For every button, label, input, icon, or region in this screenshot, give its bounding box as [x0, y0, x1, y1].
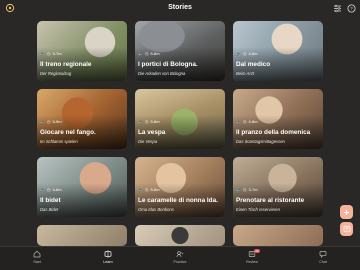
- story-duration: 4-6m: [248, 51, 258, 56]
- speaker-icon: 🔈: [138, 51, 143, 56]
- story-illustration: [135, 225, 225, 246]
- clock-icon: ◷: [46, 187, 51, 192]
- nav-start[interactable]: Start: [22, 250, 52, 268]
- nav-chat[interactable]: Chat: [308, 250, 338, 268]
- speaker-icon: 🔈: [40, 119, 45, 124]
- nav-label: Review: [246, 260, 258, 264]
- clock-icon: ◷: [144, 119, 149, 124]
- nav-learn[interactable]: Learn: [93, 250, 123, 268]
- nav-label: Chat: [319, 260, 327, 264]
- translate-button[interactable]: [340, 222, 353, 236]
- story-subtitle: Oma Idas Bonbons: [138, 207, 174, 212]
- story-card[interactable]: 🔈 ◷ 4-6m Il bidet Das Bidet: [37, 157, 127, 217]
- bottom-nav: Start Learn Practice 80 Review Chat: [0, 246, 360, 270]
- story-card[interactable]: 🔈 ◷ 3-7m Il treno regionale Der Regionalzu…: [37, 21, 127, 81]
- add-button[interactable]: [340, 205, 353, 219]
- story-title: Le caramelle di nonna Ida.: [138, 197, 218, 204]
- story-title: I portici di Bologna.: [138, 61, 198, 68]
- story-title: Giocare nel fango.: [40, 129, 96, 136]
- nav-practice[interactable]: Practice: [165, 250, 195, 268]
- story-card[interactable]: [135, 225, 225, 246]
- story-subtitle: Das Bidet: [40, 207, 59, 212]
- speaker-icon: 🔈: [236, 119, 241, 124]
- nav-label: Learn: [103, 260, 113, 264]
- story-subtitle: Die Vespa: [138, 139, 158, 144]
- learn-icon: [104, 250, 112, 258]
- story-subtitle: Beim Arzt: [236, 71, 254, 76]
- clock-icon: ◷: [144, 51, 149, 56]
- story-card[interactable]: [233, 225, 323, 246]
- story-card[interactable]: 🔈 ◷ 4-8m Il pranzo della domenica Das Sonn…: [233, 89, 323, 149]
- practice-icon: [176, 251, 184, 258]
- story-duration: 4-6m: [52, 187, 62, 192]
- story-duration: 5-8m: [150, 187, 160, 192]
- story-illustration: [37, 225, 127, 246]
- clock-icon: ◷: [242, 51, 247, 56]
- clock-icon: ◷: [46, 51, 51, 56]
- story-title: La vespa: [138, 129, 166, 136]
- home-icon: [33, 250, 41, 258]
- story-card[interactable]: 🔈 ◷ 5-9m Giocare nel fango. Im Schlamm spi…: [37, 89, 127, 149]
- help-icon[interactable]: ?: [346, 3, 356, 13]
- review-badge: 80: [254, 249, 260, 253]
- story-card[interactable]: 🔈 ◷ 4-6m Dal medico Beim Arzt: [233, 21, 323, 81]
- story-duration: 3-7m: [248, 187, 258, 192]
- svg-text:?: ?: [350, 6, 353, 11]
- story-subtitle: Im Schlamm spielen: [40, 139, 78, 144]
- story-title: Dal medico: [236, 61, 271, 68]
- clock-icon: ◷: [242, 187, 247, 192]
- speaker-icon: 🔈: [40, 187, 45, 192]
- clock-icon: ◷: [144, 187, 149, 192]
- chat-icon: [319, 251, 327, 258]
- speaker-icon: 🔈: [236, 187, 241, 192]
- story-title: Il pranzo della domenica: [236, 129, 311, 136]
- speaker-icon: 🔈: [236, 51, 241, 56]
- story-subtitle: Einen Tisch reservieren: [236, 207, 280, 212]
- nav-label: Start: [33, 260, 41, 264]
- page-title: Stories: [168, 4, 192, 11]
- story-card[interactable]: 🔈 ◷ 5-8m I portici di Bologna. Die Arkaden…: [135, 21, 225, 81]
- story-duration: 5-8m: [150, 51, 160, 56]
- story-title: Il bidet: [40, 197, 61, 204]
- story-card[interactable]: 🔈 ◷ 5-8m Le caramelle di nonna Ida. Oma Id…: [135, 157, 225, 217]
- story-subtitle: Der Regionalzug: [40, 71, 72, 76]
- story-subtitle: Das Sonntagsmittagessen: [236, 139, 285, 144]
- story-card[interactable]: 🔈 ◷ 3-7m Prenotare al ristorante Einen Tis…: [233, 157, 323, 217]
- story-title: Il treno regionale: [40, 61, 92, 68]
- story-duration: 5-9m: [52, 119, 62, 124]
- speaker-icon: 🔈: [138, 187, 143, 192]
- speaker-icon: 🔈: [40, 51, 45, 56]
- nav-review[interactable]: 80 Review: [237, 249, 267, 268]
- top-bar: Stories ?: [0, 0, 360, 18]
- speaker-icon: 🔈: [138, 119, 143, 124]
- story-duration: 4-8m: [248, 119, 258, 124]
- story-title: Prenotare al ristorante: [236, 197, 305, 204]
- story-card[interactable]: 🔈 ◷ 5-8m La vespa Die Vespa: [135, 89, 225, 149]
- story-illustration: [233, 225, 323, 246]
- story-card[interactable]: [37, 225, 127, 246]
- clock-icon: ◷: [242, 119, 247, 124]
- story-subtitle: Die Arkaden von Bologna: [138, 71, 186, 76]
- story-duration: 5-8m: [150, 119, 160, 124]
- clock-icon: ◷: [46, 119, 51, 124]
- filter-icon[interactable]: [332, 3, 342, 13]
- story-duration: 3-7m: [52, 51, 62, 56]
- nav-label: Practice: [173, 260, 187, 264]
